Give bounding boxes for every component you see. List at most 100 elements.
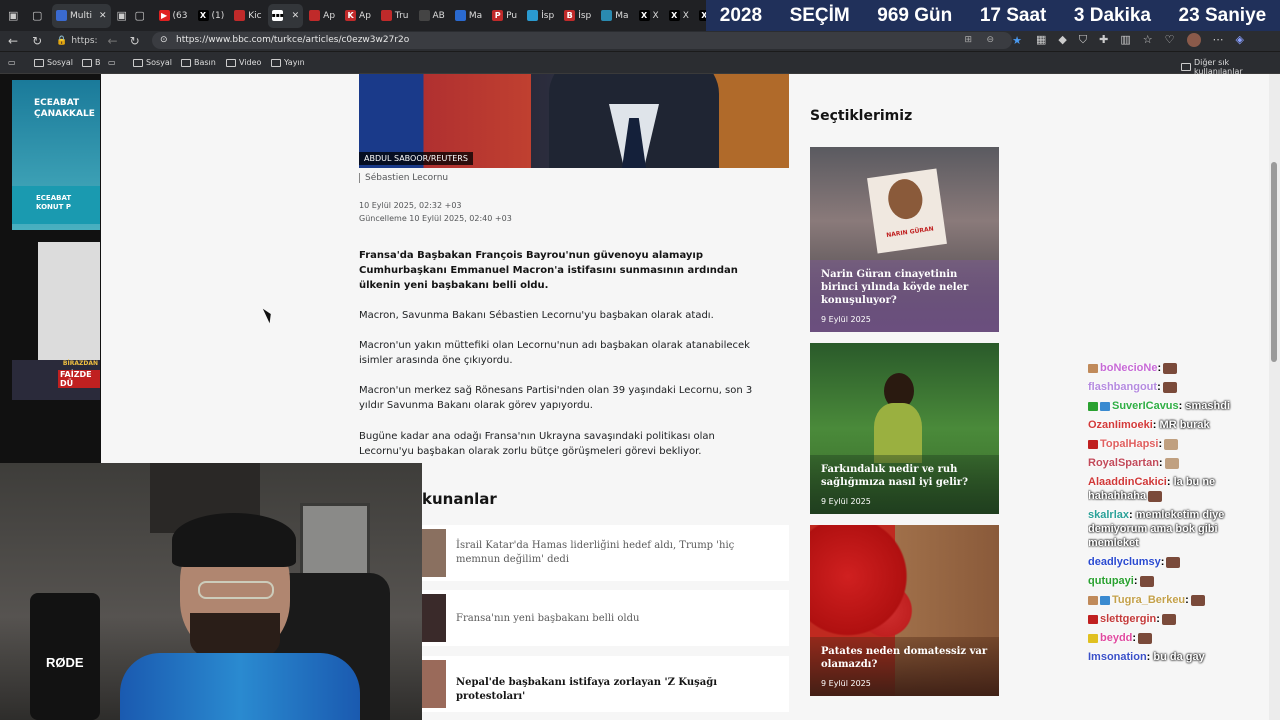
- extensions-puzzle-icon[interactable]: ✚: [1099, 33, 1108, 47]
- bookmark-folder-video[interactable]: Video: [226, 58, 261, 67]
- chat-message: Imsonation: bu da gay: [1088, 651, 1205, 663]
- news-icon: B: [564, 10, 576, 21]
- chat-message: deadlyclumsy:: [1088, 555, 1268, 569]
- tab-x3[interactable]: XX: [665, 4, 693, 28]
- browser-essentials-icon[interactable]: ♡: [1165, 33, 1175, 47]
- countdown-seconds: 23 Saniye: [1178, 4, 1267, 26]
- article-hero-image: ABDUL SABOOR/REUTERS: [359, 74, 789, 168]
- card-overlay: Narin Güran cinayetinin birinci yılında …: [810, 260, 999, 332]
- tab-actions-icon[interactable]: ▣: [117, 9, 135, 22]
- folder-icon: [181, 58, 191, 67]
- emote-icon: [1139, 575, 1154, 587]
- most-read-item[interactable]: İsrail Katar'da Hamas liderliğini hedef …: [422, 525, 789, 581]
- chat-username: qutupayi: [1088, 575, 1134, 587]
- shield-icon[interactable]: ⛉: [1079, 33, 1087, 47]
- card-date: 9 Eylül 2025: [821, 497, 871, 506]
- tab-ma[interactable]: Ma: [451, 4, 486, 28]
- tab-x2[interactable]: XX: [635, 4, 663, 28]
- chat-message: RoyalSpartan:: [1088, 456, 1268, 470]
- picks-card[interactable]: NARIN GÜRAN Narin Güran cinayetinin biri…: [810, 147, 999, 332]
- chat-message: beydd:: [1088, 631, 1268, 645]
- card-overlay: Patates neden domatessiz var olamazdı? 9…: [810, 637, 999, 696]
- card-title: Narin Güran cinayetinin birinci yılında …: [821, 269, 969, 306]
- favorites-icon[interactable]: ☆: [1143, 33, 1153, 47]
- emote-icon: [1164, 438, 1179, 450]
- news-banner: FAİZDE DÜ: [58, 370, 100, 388]
- most-read-item[interactable]: Fransa'nın yeni başbakanı belli oldu: [422, 590, 789, 646]
- most-read-item[interactable]: Nepal'de başbakanı istifaya zorlayan 'Z …: [422, 656, 789, 712]
- tab-pu[interactable]: P Pu: [488, 4, 521, 28]
- more-menu-icon[interactable]: ⋯: [1213, 33, 1224, 47]
- bookmarks-bar: ▭ Sosyal B ▭ Sosyal Basın Video Yayın Di…: [0, 52, 1280, 76]
- reader-icon[interactable]: ⊞: [964, 32, 972, 49]
- chat-username: RoyalSpartan: [1088, 457, 1159, 469]
- bookmark-folder-left[interactable]: Sosyal: [34, 58, 73, 67]
- tab-multi[interactable]: Multi ✕: [52, 3, 111, 28]
- tab-kick[interactable]: Kic: [230, 4, 265, 28]
- card-title: Farkındalık nedir ve ruh sağlığımıza nas…: [821, 464, 968, 488]
- bookmark-folder-basin[interactable]: Basın: [181, 58, 216, 67]
- bookmark-folder-yayin[interactable]: Yayın: [271, 58, 305, 67]
- scrollbar-thumb[interactable]: [1271, 162, 1277, 362]
- tab-ap1[interactable]: Ap: [305, 4, 339, 28]
- avatar[interactable]: [1186, 33, 1201, 47]
- zoom-icon[interactable]: ⊖: [986, 32, 994, 49]
- chat-username: skalrlax: [1088, 509, 1129, 521]
- tab-tru[interactable]: Tru: [377, 4, 413, 28]
- url-field[interactable]: ⊙ https://www.bbc.com/turkce/articles/c0e…: [152, 32, 1022, 49]
- tab-isp1[interactable]: İsp: [523, 4, 558, 28]
- tab-ab[interactable]: AB: [415, 4, 449, 28]
- extension-icon[interactable]: ◆: [1058, 33, 1066, 47]
- folder-icon: [82, 58, 92, 67]
- chat-message: flashbangout:: [1088, 380, 1268, 394]
- picks-card[interactable]: Patates neden domatessiz var olamazdı? 9…: [810, 525, 999, 696]
- site-info-icon[interactable]: ⊙: [160, 32, 168, 49]
- bookmark-folder-sosyal[interactable]: Sosyal: [133, 58, 172, 67]
- refresh-icon[interactable]: ↻: [130, 34, 140, 48]
- chat-text: MR burak: [1159, 419, 1210, 431]
- ad-text: ECEABAT KONUT P: [36, 194, 72, 211]
- workspaces-icon[interactable]: ▣: [8, 9, 26, 22]
- refresh-icon[interactable]: ↻: [32, 34, 42, 48]
- chat-message: boNecioNe:: [1088, 361, 1268, 375]
- back-icon[interactable]: ←: [108, 34, 118, 48]
- chat-message: Tugra_Berkeu:: [1088, 593, 1268, 607]
- article-paragraph: Macron'un merkez sağ Rönesans Partisi'nd…: [359, 385, 753, 411]
- photo-credit: ABDUL SABOOR/REUTERS: [359, 152, 473, 165]
- election-countdown-overlay: 2028 SEÇİM 969 Gün 17 Saat 3 Dakika 23 S…: [706, 0, 1280, 31]
- news-icon: [380, 10, 392, 21]
- badge-icon: [1088, 363, 1098, 373]
- stream-chat-overlay: boNecioNe: flashbangout: SuverICavus: sm…: [1088, 361, 1268, 720]
- streamer-webcam: RØDE: [0, 463, 422, 720]
- tab-close-icon[interactable]: ✕: [99, 11, 107, 21]
- thumbnail: [422, 660, 446, 708]
- article-lead: Fransa'da Başbakan François Bayrou'nun g…: [359, 250, 738, 291]
- tab-close-icon[interactable]: ✕: [292, 11, 300, 21]
- tab-x[interactable]: X (1): [194, 4, 229, 28]
- folder-icon: [133, 58, 143, 67]
- bookmarks-toggle-icon[interactable]: ▭: [8, 58, 16, 67]
- tab-ap2[interactable]: K Ap: [341, 4, 375, 28]
- bookmark-folder-left[interactable]: B: [82, 58, 101, 67]
- emote-icon: [1148, 490, 1163, 502]
- glasses: [198, 581, 274, 599]
- tab-ma2[interactable]: Ma: [597, 4, 632, 28]
- kick-icon: [234, 10, 246, 21]
- tab-youtube[interactable]: ▶ (63: [155, 4, 192, 28]
- page-scrollbar[interactable]: [1269, 74, 1280, 720]
- tab-bbc[interactable]: ▪▪▪ ✕: [267, 3, 304, 28]
- news-icon: [454, 10, 466, 21]
- picks-card[interactable]: Farkındalık nedir ve ruh sağlığımıza nas…: [810, 343, 999, 514]
- split-screen-icon[interactable]: ▥: [1120, 33, 1130, 47]
- extension-icon[interactable]: ▦: [1036, 33, 1046, 47]
- chat-username: SuverICavus: [1112, 400, 1179, 412]
- tab-isp2[interactable]: B İsp: [560, 4, 595, 28]
- tab-actions-icon[interactable]: ▢: [135, 9, 153, 22]
- copilot-icon[interactable]: ◈: [1236, 33, 1244, 47]
- back-icon[interactable]: ←: [8, 34, 18, 48]
- bookmarks-toggle-icon[interactable]: ▭: [108, 58, 116, 67]
- tab-actions-icon[interactable]: ▢: [32, 9, 50, 22]
- thumbnail: [422, 594, 446, 642]
- favorite-star-icon[interactable]: ★: [1012, 32, 1022, 49]
- emote-icon: [1162, 381, 1177, 393]
